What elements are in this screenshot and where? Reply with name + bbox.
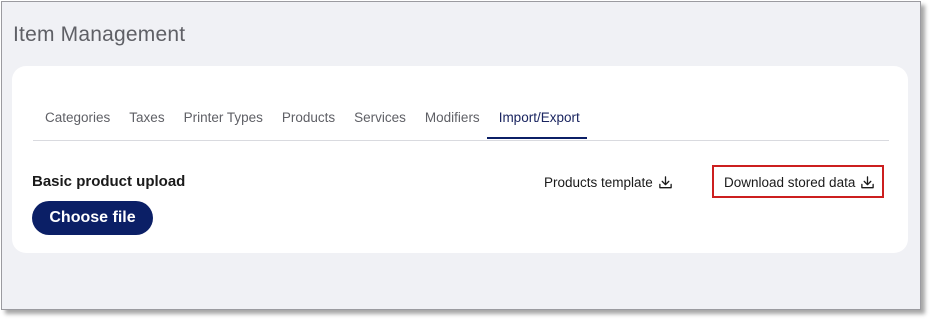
tab-import-export[interactable]: Import/Export: [486, 104, 587, 139]
content-card: Categories Taxes Printer Types Products …: [12, 66, 908, 253]
tab-categories[interactable]: Categories: [33, 104, 117, 132]
download-icon: [659, 176, 672, 189]
download-icon: [861, 176, 875, 189]
tab-bar: Categories Taxes Printer Types Products …: [33, 104, 889, 141]
section-title: Basic product upload: [32, 173, 186, 190]
tab-taxes[interactable]: Taxes: [117, 104, 171, 132]
tab-modifiers[interactable]: Modifiers: [413, 104, 487, 132]
tab-services[interactable]: Services: [342, 104, 413, 132]
tab-printer-types[interactable]: Printer Types: [172, 104, 270, 132]
app-window: Item Management Categories Taxes Printer…: [1, 1, 921, 310]
download-stored-data-link[interactable]: Download stored data: [724, 175, 875, 190]
download-stored-data-label: Download stored data: [724, 175, 856, 190]
page-title: Item Management: [13, 23, 186, 46]
products-template-label: Products template: [544, 175, 653, 190]
choose-file-button[interactable]: Choose file: [32, 201, 153, 235]
tab-products[interactable]: Products: [270, 104, 342, 132]
products-template-link[interactable]: Products template: [544, 175, 673, 190]
